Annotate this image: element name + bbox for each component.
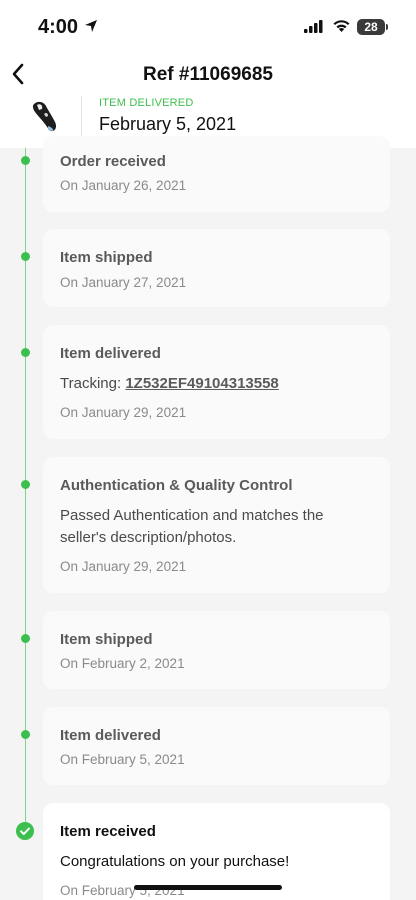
delivery-status-date: February 5, 2021: [99, 114, 237, 134]
timeline-card-date: On January 29, 2021: [60, 405, 187, 420]
header-divider: [81, 96, 82, 136]
timeline-card-title: Authentication & Quality Control: [60, 477, 293, 494]
timeline-card-title: Order received: [60, 153, 166, 170]
tracking-line: Tracking: 1Z532EF49104313558: [60, 373, 360, 395]
cellular-signal-icon: [304, 20, 323, 33]
home-indicator[interactable]: [134, 885, 282, 890]
check-circle-icon: [16, 822, 34, 840]
timeline-card-text: Congratulations on your purchase!: [60, 853, 290, 870]
timeline-card: Item shipped On February 2, 2021: [43, 611, 390, 689]
timeline-card-title: Item shipped: [60, 631, 153, 648]
location-arrow-icon: [85, 20, 97, 32]
timeline-dot: [21, 730, 30, 739]
timeline-dot: [21, 252, 30, 261]
timeline-card-date: On February 2, 2021: [60, 656, 185, 671]
tracking-label: Tracking:: [60, 375, 122, 392]
timeline-card: Item delivered Tracking: 1Z532EF49104313…: [43, 325, 390, 439]
battery-indicator: 28: [357, 19, 385, 35]
timeline-card-date: On February 5, 2021: [60, 752, 185, 767]
timeline-card: Order received On January 26, 2021: [43, 136, 390, 212]
timeline-card-text: Passed Authentication and matches the: [60, 507, 324, 524]
wifi-icon: [333, 20, 350, 32]
status-time: 4:00: [38, 16, 79, 38]
timeline-card: Item shipped On January 27, 2021: [43, 229, 390, 307]
tracking-number-link[interactable]: 1Z532EF49104313558: [125, 375, 278, 392]
delivery-status-label: ITEM DELIVERED: [99, 97, 194, 109]
order-header: Ref #11069685 ITEM DELIVERED February 5,…: [0, 52, 416, 148]
timeline-card: Authentication & Quality Control Passed …: [43, 457, 390, 593]
timeline-card-title: Item shipped: [60, 249, 153, 266]
status-bar: 4:00 28: [0, 0, 416, 52]
timeline-card-title: Item delivered: [60, 345, 161, 362]
timeline-dot: [21, 634, 30, 643]
timeline-card-title: Item delivered: [60, 727, 161, 744]
product-thumbnail[interactable]: [28, 96, 62, 136]
battery-tip: [386, 24, 388, 30]
timeline-card-title: Item received: [60, 823, 156, 840]
timeline-card: Item delivered On February 5, 2021: [43, 707, 390, 785]
timeline-card-text: seller's description/photos.: [60, 529, 237, 546]
timeline-card-date: On January 27, 2021: [60, 275, 187, 290]
timeline-card-date: On January 29, 2021: [60, 559, 187, 574]
page-title: Ref #11069685: [143, 64, 273, 85]
timeline-dot: [21, 156, 30, 165]
timeline-card-date: On January 26, 2021: [60, 178, 187, 193]
timeline-dot: [21, 480, 30, 489]
timeline-dot: [21, 348, 30, 357]
